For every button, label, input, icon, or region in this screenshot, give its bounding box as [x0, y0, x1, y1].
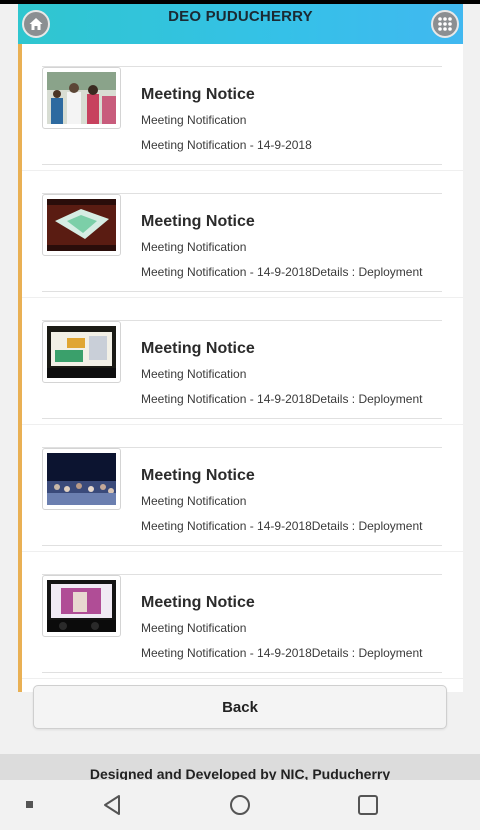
- notice-detail: Meeting Notification - 14-9-2018Details …: [141, 646, 423, 660]
- notice-title: Meeting Notice: [141, 467, 255, 484]
- back-button[interactable]: Back: [33, 685, 447, 729]
- notice-list: Meeting Notice Meeting Notification Meet…: [18, 44, 463, 692]
- triangle-back-icon: [104, 795, 120, 815]
- notice-item[interactable]: Meeting Notice Meeting Notification Meet…: [22, 552, 463, 679]
- notice-subtitle: Meeting Notification: [141, 113, 247, 127]
- notice-card[interactable]: Meeting Notice Meeting Notification Meet…: [42, 193, 442, 292]
- notice-thumbnail: [42, 194, 121, 256]
- notice-card[interactable]: Meeting Notice Meeting Notification Meet…: [42, 320, 442, 419]
- notice-title: Meeting Notice: [141, 594, 255, 611]
- recents-nav-button[interactable]: [356, 793, 380, 817]
- back-nav-button[interactable]: [100, 793, 124, 817]
- circle-home-icon: [230, 795, 250, 815]
- home-nav-button[interactable]: [228, 793, 252, 817]
- notice-thumbnail: [42, 321, 121, 383]
- apps-button[interactable]: [431, 10, 459, 38]
- system-nav-bar: [0, 780, 480, 830]
- notice-detail: Meeting Notification - 14-9-2018Details …: [141, 265, 423, 279]
- notice-card[interactable]: Meeting Notice Meeting Notification Meet…: [42, 447, 442, 546]
- notice-item[interactable]: Meeting Notice Meeting Notification Meet…: [22, 298, 463, 425]
- notice-item[interactable]: Meeting Notice Meeting Notification Meet…: [22, 171, 463, 298]
- screen-photo: [47, 199, 116, 251]
- notice-thumbnail: [42, 67, 121, 129]
- page-title: DEO PUDUCHERRY: [168, 8, 313, 25]
- notice-thumbnail: [42, 575, 121, 637]
- notice-title: Meeting Notice: [141, 340, 255, 357]
- square-dot-icon: [26, 801, 33, 808]
- meeting-photo: [47, 72, 116, 124]
- crowd-photo: [47, 453, 116, 505]
- notice-detail: Meeting Notification - 14-9-2018: [141, 138, 312, 152]
- notice-subtitle: Meeting Notification: [141, 367, 247, 381]
- notice-subtitle: Meeting Notification: [141, 621, 247, 635]
- notice-card[interactable]: Meeting Notice Meeting Notification Meet…: [42, 574, 442, 673]
- stage-screen-photo: [47, 580, 116, 632]
- app-header: DEO PUDUCHERRY: [18, 4, 463, 44]
- menu-nav-button[interactable]: [20, 793, 44, 817]
- notice-detail: Meeting Notification - 14-9-2018Details …: [141, 392, 423, 406]
- notice-thumbnail: [42, 448, 121, 510]
- stage-banner-photo: [47, 326, 116, 378]
- notice-item[interactable]: Meeting Notice Meeting Notification Meet…: [22, 44, 463, 171]
- square-recents-icon: [358, 795, 378, 815]
- notice-subtitle: Meeting Notification: [141, 494, 247, 508]
- notice-item[interactable]: Meeting Notice Meeting Notification Meet…: [22, 425, 463, 552]
- grid-icon: [438, 17, 452, 31]
- notice-card[interactable]: Meeting Notice Meeting Notification Meet…: [42, 66, 442, 165]
- notice-title: Meeting Notice: [141, 213, 255, 230]
- notice-subtitle: Meeting Notification: [141, 240, 247, 254]
- notice-detail: Meeting Notification - 14-9-2018Details …: [141, 519, 423, 533]
- notice-title: Meeting Notice: [141, 86, 255, 103]
